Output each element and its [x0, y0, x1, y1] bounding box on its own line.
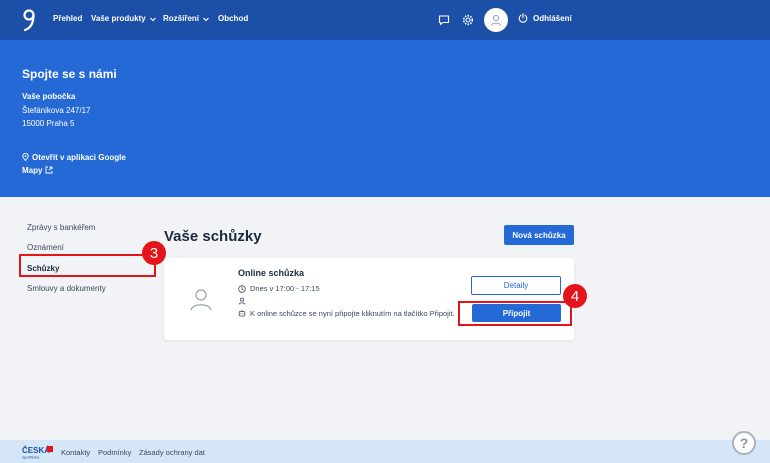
- logout-button[interactable]: Odhlášení: [518, 13, 572, 23]
- page-title: Vaše schůzky: [164, 228, 262, 245]
- nav-item-label: Přehled: [53, 14, 83, 23]
- nav-item-extensions[interactable]: Rozšíření: [163, 14, 210, 23]
- help-icon[interactable]: ?: [732, 431, 756, 455]
- sidebar-item-notifications[interactable]: Oznámení: [27, 243, 64, 252]
- new-meeting-button[interactable]: Nová schůzka: [504, 225, 574, 245]
- power-icon: [518, 13, 528, 23]
- address-line-1: Štefánikova 247/17: [22, 106, 91, 115]
- highlight-box-meetings: [19, 254, 156, 277]
- bank-logo-line2: spořitelna: [22, 455, 40, 460]
- chevron-down-icon: [203, 17, 209, 21]
- nav-item-label: Rozšíření: [163, 14, 200, 23]
- logo-icon[interactable]: [22, 8, 36, 32]
- highlight-box-join: [458, 301, 572, 326]
- nav-item-overview[interactable]: Přehled: [53, 14, 82, 23]
- sidebar-item-label: Smlouvy a dokumenty: [27, 284, 106, 293]
- bank-logo[interactable]: ČESKÁ spořitelna: [22, 444, 56, 460]
- meeting-card: [164, 258, 574, 340]
- sidebar-item-contracts-documents[interactable]: Smlouvy a dokumenty: [27, 284, 106, 293]
- meeting-message-row: K online schůzce se nyní připojte kliknu…: [238, 308, 460, 319]
- bot-icon: [238, 309, 246, 317]
- meeting-message: K online schůzce se nyní připojte kliknu…: [250, 309, 455, 318]
- footer-link-privacy[interactable]: Zásady ochrany dat: [139, 448, 205, 457]
- nav-item-label: Obchod: [218, 14, 249, 23]
- nav-item-shop[interactable]: Obchod: [218, 14, 248, 23]
- step-badge-4: 4: [563, 284, 587, 308]
- sidebar-item-label: Oznámení: [27, 243, 64, 252]
- clock-icon: [238, 285, 246, 293]
- footer: ČESKÁ spořitelna Kontakty Podmínky Zásad…: [0, 440, 770, 463]
- logout-label: Odhlášení: [533, 13, 572, 23]
- external-link-icon: [46, 166, 53, 174]
- footer-link-contacts[interactable]: Kontakty: [61, 448, 90, 457]
- user-icon: [490, 14, 502, 26]
- top-navigation: Přehled Vaše produkty Rozšíření Obchod O…: [0, 0, 770, 40]
- details-button[interactable]: Detaily: [471, 276, 561, 295]
- chat-icon[interactable]: [436, 12, 452, 28]
- gear-icon[interactable]: [460, 12, 476, 28]
- nav-item-products[interactable]: Vaše produkty: [91, 14, 157, 23]
- meeting-time-row: Dnes v 17:00 - 17:15: [238, 284, 320, 293]
- contact-banner: Spojte se s námi Vaše pobočka Štefánikov…: [0, 40, 770, 197]
- chevron-down-icon: [149, 17, 156, 21]
- google-maps-link[interactable]: Otevřít v aplikaci Google Mapy: [22, 151, 142, 177]
- step-badge-3: 3: [142, 241, 166, 265]
- meeting-title: Online schůzka: [238, 268, 305, 278]
- banner-title: Spojte se s námi: [22, 67, 117, 81]
- sidebar-item-label: Zprávy s bankéřem: [27, 223, 96, 232]
- nav-item-label: Vaše produkty: [91, 14, 146, 23]
- person-icon: [238, 297, 246, 305]
- branch-label: Vaše pobočka: [22, 92, 76, 101]
- map-pin-icon: [22, 153, 29, 161]
- address-line-2: 15000 Praha 5: [22, 119, 75, 128]
- google-maps-link-label: Otevřít v aplikaci Google Mapy: [22, 153, 126, 175]
- meeting-participant-row: [238, 296, 246, 305]
- user-icon: [190, 289, 212, 311]
- sidebar-item-banker-messages[interactable]: Zprávy s bankéřem: [27, 223, 95, 232]
- meeting-time: Dnes v 17:00 - 17:15: [250, 284, 320, 293]
- footer-link-terms[interactable]: Podmínky: [98, 448, 131, 457]
- user-avatar[interactable]: [484, 8, 508, 32]
